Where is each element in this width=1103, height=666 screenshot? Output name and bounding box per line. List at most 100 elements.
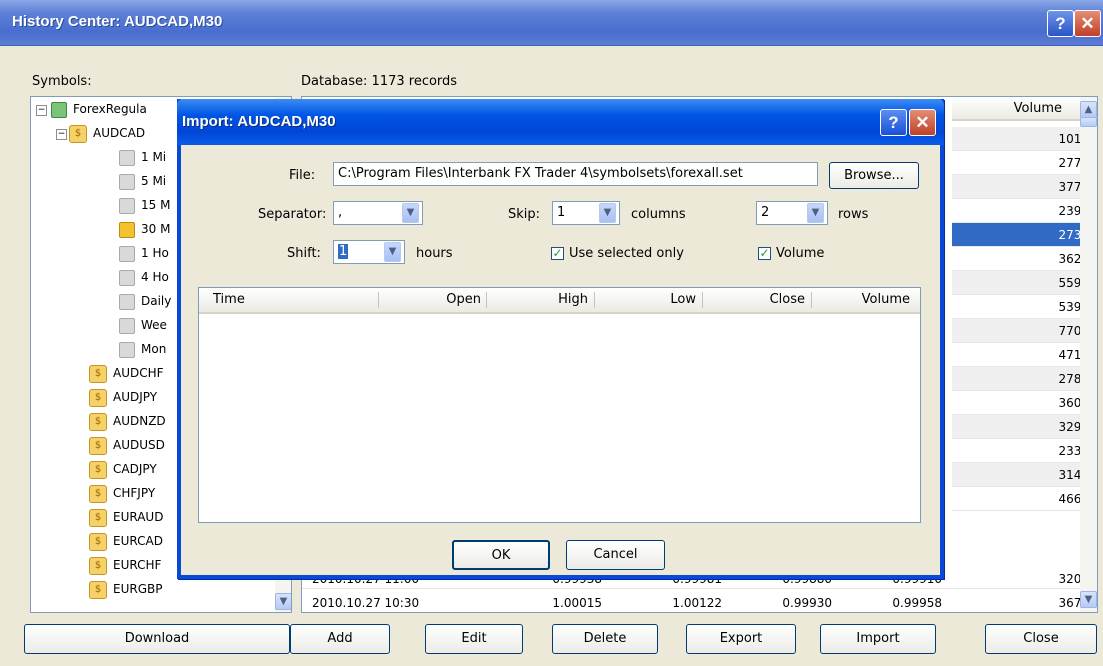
volume-cell[interactable]: 7703	[952, 319, 1097, 343]
volume-checkbox-label[interactable]: Volume	[776, 246, 824, 261]
symbol-icon: $	[89, 460, 107, 479]
column-header-time[interactable]: Time	[213, 288, 245, 312]
shift-select[interactable]: 1 ▼	[333, 240, 405, 264]
symbol-icon: $	[89, 388, 107, 407]
tree-item-symbol[interactable]: $ AUDCAD	[69, 121, 145, 145]
volume-cell[interactable]: 3779	[952, 175, 1097, 199]
symbol-icon: $	[89, 532, 107, 551]
volume-column-header[interactable]: Volume	[952, 97, 1082, 121]
tree-item-timeframe[interactable]: 1 Ho	[119, 241, 169, 265]
chevron-down-icon[interactable]: ▼	[384, 242, 401, 262]
tree-item-timeframe[interactable]: Mon	[119, 337, 166, 361]
chevron-down-icon[interactable]: ▼	[402, 203, 419, 223]
dialog-close-button[interactable]: ✕	[909, 109, 936, 136]
symbol-icon: $	[69, 124, 87, 143]
collapse-icon[interactable]: −	[56, 129, 67, 140]
volume-cell[interactable]: 4716	[952, 343, 1097, 367]
window-title: History Center: AUDCAD,M30	[12, 13, 223, 30]
symbol-icon: $	[89, 556, 107, 575]
volume-cell[interactable]: 3296	[952, 415, 1097, 439]
tree-item-symbol[interactable]: $ CADJPY	[89, 457, 157, 481]
file-path-input[interactable]: C:\Program Files\Interbank FX Trader 4\s…	[333, 162, 818, 186]
chart-file-icon	[119, 245, 135, 262]
cancel-button[interactable]: Cancel	[566, 540, 665, 570]
column-header-close[interactable]: Close	[703, 288, 805, 312]
use-selected-label[interactable]: Use selected only	[569, 246, 684, 261]
ok-button[interactable]: OK	[452, 540, 550, 570]
tree-item-symbol[interactable]: $ EURGBP	[89, 577, 162, 601]
tree-item-symbol[interactable]: $ EURAUD	[89, 505, 163, 529]
volume-cell[interactable]: 2736	[952, 223, 1097, 247]
table-row[interactable]: 2010.10.27 10:30 1.00015 1.00122 0.99930…	[302, 593, 1081, 612]
skip-columns-select[interactable]: 1 ▼	[552, 201, 620, 225]
column-header-volume[interactable]: Volume	[812, 288, 910, 312]
import-preview-table[interactable]: Time Open High Low Close Volume	[198, 287, 921, 523]
export-button[interactable]: Export	[686, 624, 796, 654]
chart-file-icon	[119, 197, 135, 214]
column-header-high[interactable]: High	[487, 288, 588, 312]
symbol-icon: $	[89, 580, 107, 599]
tree-item-symbol[interactable]: $ AUDUSD	[89, 433, 165, 457]
tree-item-timeframe[interactable]: 4 Ho	[119, 265, 169, 289]
chart-file-icon	[119, 149, 135, 166]
tree-item-timeframe[interactable]: 5 Mi	[119, 169, 166, 193]
symbol-icon: $	[89, 484, 107, 503]
volume-cell[interactable]: 2772	[952, 151, 1097, 175]
volume-checkbox[interactable]: ✓	[758, 247, 771, 260]
help-button[interactable]: ?	[1047, 10, 1074, 37]
tree-item-timeframe[interactable]: Wee	[119, 313, 167, 337]
symbol-icon: $	[89, 436, 107, 455]
add-button[interactable]: Add	[290, 624, 390, 654]
close-window-button[interactable]: ✕	[1074, 10, 1101, 37]
collapse-icon[interactable]: −	[36, 105, 47, 116]
column-header-low[interactable]: Low	[595, 288, 696, 312]
file-label: File:	[289, 168, 316, 183]
tree-item-symbol[interactable]: $ EURCAD	[89, 529, 163, 553]
edit-button[interactable]: Edit	[425, 624, 523, 654]
volume-cell[interactable]: 5595	[952, 271, 1097, 295]
chart-file-icon	[119, 293, 135, 310]
chevron-down-icon[interactable]: ▼	[807, 203, 824, 223]
tree-item-timeframe[interactable]: 1 Mi	[119, 145, 166, 169]
column-header-open[interactable]: Open	[379, 288, 481, 312]
scroll-down-icon[interactable]: ▼	[275, 593, 291, 610]
volume-cell[interactable]: 3607	[952, 391, 1097, 415]
symbol-icon: $	[89, 364, 107, 383]
tree-item-symbol[interactable]: $ AUDCHF	[89, 361, 164, 385]
import-button[interactable]: Import	[820, 624, 936, 654]
skip-label: Skip:	[508, 207, 541, 222]
dialog-help-button[interactable]: ?	[880, 109, 907, 136]
tree-root[interactable]: ForexRegula	[51, 97, 147, 121]
volume-cell[interactable]: 2783	[952, 367, 1097, 391]
close-button[interactable]: Close	[985, 624, 1097, 654]
chart-file-icon	[119, 341, 135, 358]
tree-item-timeframe[interactable]: 15 M	[119, 193, 170, 217]
separator-select[interactable]: , ▼	[333, 201, 423, 225]
volume-cell[interactable]: 2392	[952, 199, 1097, 223]
download-button[interactable]: Download	[24, 624, 290, 654]
skip-rows-select[interactable]: 2 ▼	[756, 201, 828, 225]
volume-cell[interactable]: 4661	[952, 487, 1097, 511]
chevron-down-icon[interactable]: ▼	[599, 203, 616, 223]
separator-label: Separator:	[258, 207, 327, 222]
volume-cell[interactable]: 2339	[952, 439, 1097, 463]
volume-cell[interactable]: 3145	[952, 463, 1097, 487]
tree-item-symbol[interactable]: $ AUDNZD	[89, 409, 166, 433]
scroll-thumb[interactable]	[1080, 117, 1097, 127]
volume-cell[interactable]: 5395	[952, 295, 1097, 319]
scroll-down-icon[interactable]: ▼	[1080, 591, 1097, 608]
browse-button[interactable]: Browse...	[829, 162, 919, 189]
tree-item-timeframe[interactable]: Daily	[119, 289, 171, 313]
tree-item-symbol[interactable]: $ CHFJPY	[89, 481, 155, 505]
database-records-label: Database: 1173 records	[301, 74, 458, 89]
symbol-icon: $	[89, 508, 107, 527]
tree-item-timeframe[interactable]: 30 M	[119, 217, 170, 241]
use-selected-checkbox[interactable]: ✓	[551, 247, 564, 260]
volume-cell[interactable]: 1010	[952, 127, 1097, 151]
volume-cell[interactable]: 3626	[952, 247, 1097, 271]
grid-scrollbar[interactable]: ▲ ▼	[1080, 97, 1097, 612]
tree-item-symbol[interactable]: $ AUDJPY	[89, 385, 157, 409]
delete-button[interactable]: Delete	[552, 624, 658, 654]
scroll-up-icon[interactable]: ▲	[1080, 101, 1097, 118]
tree-item-symbol[interactable]: $ EURCHF	[89, 553, 161, 577]
